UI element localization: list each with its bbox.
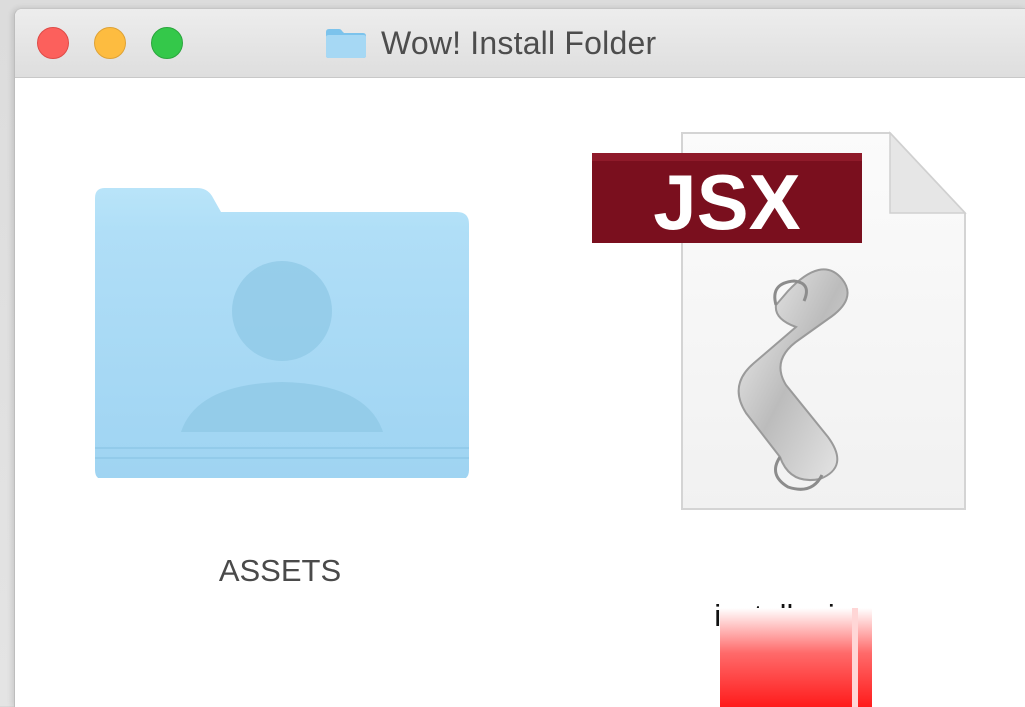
window-title: Wow! Install Folder <box>381 24 657 61</box>
file-item-installer[interactable]: JSX installer.jsx <box>590 123 990 633</box>
desktop: Wow! Install Folder ASSETS JSX <box>0 0 1025 707</box>
folder-item-assets[interactable]: ASSETS <box>85 168 475 608</box>
folder-label: ASSETS <box>218 553 342 588</box>
close-button[interactable] <box>37 27 69 59</box>
user-folder-icon <box>95 188 469 480</box>
folder-content: ASSETS JSX <box>15 78 1025 707</box>
zoom-button[interactable] <box>151 27 183 59</box>
window-title-area: Wow! Install Folder <box>325 9 656 77</box>
titlebar[interactable]: Wow! Install Folder <box>15 9 1025 78</box>
jsx-script-icon: JSX <box>592 131 967 510</box>
jsx-badge-text: JSX <box>653 158 800 246</box>
folder-icon <box>325 27 367 59</box>
partial-red-file-icon[interactable] <box>720 608 872 707</box>
finder-window: Wow! Install Folder ASSETS JSX <box>14 8 1025 707</box>
minimize-button[interactable] <box>94 27 126 59</box>
